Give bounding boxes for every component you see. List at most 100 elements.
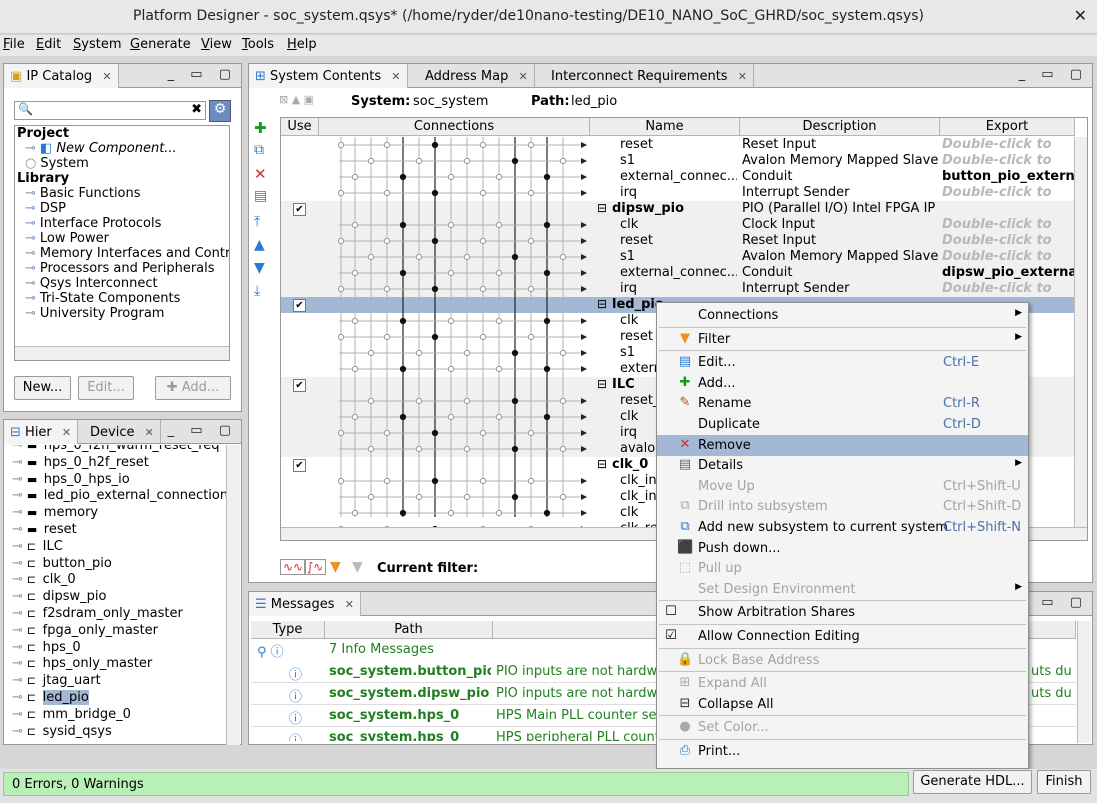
panel-window-controls[interactable]: _ ▭ ▢ — [168, 67, 237, 82]
menu-item-set-design-environment[interactable]: Set Design Environment ▶ — [657, 579, 1028, 600]
menu-item-edit[interactable]: ▤ Edit... Ctrl-E — [657, 352, 1028, 373]
col-header-connections[interactable]: Connections — [319, 118, 590, 136]
use-checkbox[interactable]: ✔ — [293, 203, 306, 216]
hierarchy-item[interactable]: ⊸ ⊏ mm_bridge_0 — [12, 707, 131, 722]
hierarchy-item[interactable]: ⊸ ▬ memory — [12, 505, 98, 520]
connection-dot[interactable] — [415, 397, 423, 405]
menu-system[interactable]: System — [73, 37, 122, 52]
connection-dot[interactable] — [511, 157, 519, 165]
close-tab-icon[interactable]: ✕ — [62, 426, 71, 439]
connection-dot[interactable] — [479, 477, 487, 485]
connection-dot[interactable] — [431, 189, 439, 197]
connection-dot[interactable] — [415, 253, 423, 261]
connection-dot[interactable] — [543, 221, 551, 229]
connection-dot[interactable] — [559, 397, 567, 405]
tree-handle-icon[interactable]: ⊸ — [12, 539, 23, 554]
interface-name[interactable]: reset — [620, 137, 737, 152]
connection-dot[interactable] — [399, 221, 407, 229]
use-checkbox[interactable]: ✔ — [293, 299, 306, 312]
tab-device[interactable]: Device ✕ — [84, 420, 161, 444]
connection-dot[interactable] — [511, 349, 519, 357]
hierarchy-item[interactable]: ⊸ ▬ hps_0_h2f_reset — [12, 455, 149, 470]
connection-dot[interactable] — [351, 221, 359, 229]
connection-dot[interactable] — [543, 365, 551, 373]
connection-dot[interactable] — [447, 413, 455, 421]
hierarchy-item[interactable]: ⊸ ▬ hps_0_hps_io — [12, 472, 130, 487]
connection-dot[interactable] — [383, 237, 391, 245]
tree-low-power[interactable]: ⊸ Low Power — [25, 231, 109, 246]
connection-dot[interactable] — [399, 365, 407, 373]
connection-dot[interactable] — [479, 285, 487, 293]
tab-messages[interactable]: ☰ Messages ✕ — [249, 592, 361, 616]
connection-dot[interactable] — [383, 333, 391, 341]
interface-name[interactable]: clk — [620, 217, 737, 232]
interface-name[interactable]: s1 — [620, 153, 737, 168]
tree-handle-icon[interactable]: ⊸ — [12, 707, 23, 722]
generate-hdl-button[interactable]: Generate HDL... — [913, 770, 1032, 794]
hierarchy-item[interactable]: ⊸ ⊏ clk_0 — [12, 572, 76, 587]
menu-item-show-arbitration-shares[interactable]: ☐ Show Arbitration Shares — [657, 602, 1028, 623]
connection-dot[interactable] — [399, 509, 407, 517]
connection-dot[interactable] — [447, 269, 455, 277]
connection-dot[interactable] — [367, 349, 375, 357]
checkbox-icon[interactable]: ☑ — [663, 628, 679, 643]
move-top-icon[interactable]: ⤒ — [254, 214, 260, 230]
tree-system[interactable]: ○ System — [25, 156, 89, 171]
col-header-path[interactable]: Path — [325, 621, 493, 639]
col-header-export[interactable]: Export — [940, 118, 1075, 136]
connection-dot[interactable] — [447, 173, 455, 181]
connection-dot[interactable] — [495, 365, 503, 373]
menu-item-add-new-subsystem-to-current-system[interactable]: ⧉ Add new subsystem to current system Ctrl… — [657, 517, 1028, 538]
connection-dot[interactable] — [351, 509, 359, 517]
col-header-name[interactable]: Name — [590, 118, 740, 136]
panel-window-controls[interactable]: _ ▭ ▢ — [168, 423, 237, 438]
connection-dot[interactable] — [447, 221, 455, 229]
connection-dot[interactable] — [351, 365, 359, 373]
hierarchy-item[interactable]: ⊸ ⊏ ILC — [12, 539, 63, 554]
tree-library[interactable]: Library — [17, 171, 69, 186]
connection-dot[interactable] — [383, 429, 391, 437]
connection-dot[interactable] — [479, 141, 487, 149]
export-cell[interactable]: Double-click to — [942, 217, 1074, 232]
connection-dot[interactable] — [337, 141, 345, 149]
menu-item-lock-base-address[interactable]: 🔒 Lock Base Address — [657, 650, 1028, 671]
export-cell[interactable]: Double-click to — [942, 249, 1074, 264]
connection-dot[interactable] — [415, 445, 423, 453]
connection-dot[interactable] — [495, 221, 503, 229]
filter-icon[interactable]: ▼ — [330, 559, 341, 575]
messages-vscroll[interactable] — [1077, 621, 1091, 743]
menu-item-set-color[interactable]: ● Set Color... — [657, 717, 1028, 738]
connection-dot[interactable] — [399, 413, 407, 421]
move-up-icon[interactable]: ▲ — [254, 237, 265, 253]
interface-name[interactable]: reset — [620, 233, 737, 248]
connection-dot[interactable] — [511, 445, 519, 453]
tree-handle-icon[interactable]: ⊸ — [12, 455, 23, 470]
connection-dot[interactable] — [495, 413, 503, 421]
connection-dot[interactable] — [431, 141, 439, 149]
connection-dot[interactable] — [431, 285, 439, 293]
hierarchy-vscroll[interactable] — [226, 445, 240, 745]
col-header-use[interactable]: Use — [281, 118, 319, 136]
menu-tools[interactable]: Tools — [242, 37, 274, 52]
connection-dot[interactable] — [447, 509, 455, 517]
hierarchy-item[interactable]: ⊸ ⊏ fpga_only_master — [12, 623, 158, 638]
menu-item-print[interactable]: ⎙ Print... — [657, 741, 1028, 762]
export-cell[interactable]: Double-click to — [942, 281, 1074, 296]
collapse-icon[interactable]: ⊟ — [597, 377, 607, 391]
hierarchy-item[interactable]: ⊸ ▬ hps_0_f2h_warm_reset_req — [12, 445, 220, 453]
menu-item-collapse-all[interactable]: ⊟ Collapse All — [657, 694, 1028, 715]
col-header-type[interactable]: Type — [251, 621, 325, 639]
interface-name[interactable]: irq — [620, 185, 737, 200]
messages-summary[interactable]: 7 Info Messages — [329, 642, 434, 657]
tree-handle-icon[interactable]: ⊸ — [12, 505, 23, 520]
menu-file[interactable]: File — [3, 37, 25, 52]
menu-help[interactable]: Help — [287, 37, 317, 52]
tree-handle-icon[interactable]: ⊸ — [12, 640, 23, 655]
tree-project[interactable]: Project — [17, 126, 69, 141]
export-cell[interactable]: button_pio_extern... — [942, 169, 1074, 184]
menu-view[interactable]: View — [201, 37, 232, 52]
connection-dot[interactable] — [337, 237, 345, 245]
menu-item-rename[interactable]: ✎ Rename Ctrl-R — [657, 393, 1028, 414]
tree-handle-icon[interactable]: ⊸ — [12, 673, 23, 688]
hierarchy-item[interactable]: ⊸ ⊏ sysid_qsys — [12, 724, 112, 739]
